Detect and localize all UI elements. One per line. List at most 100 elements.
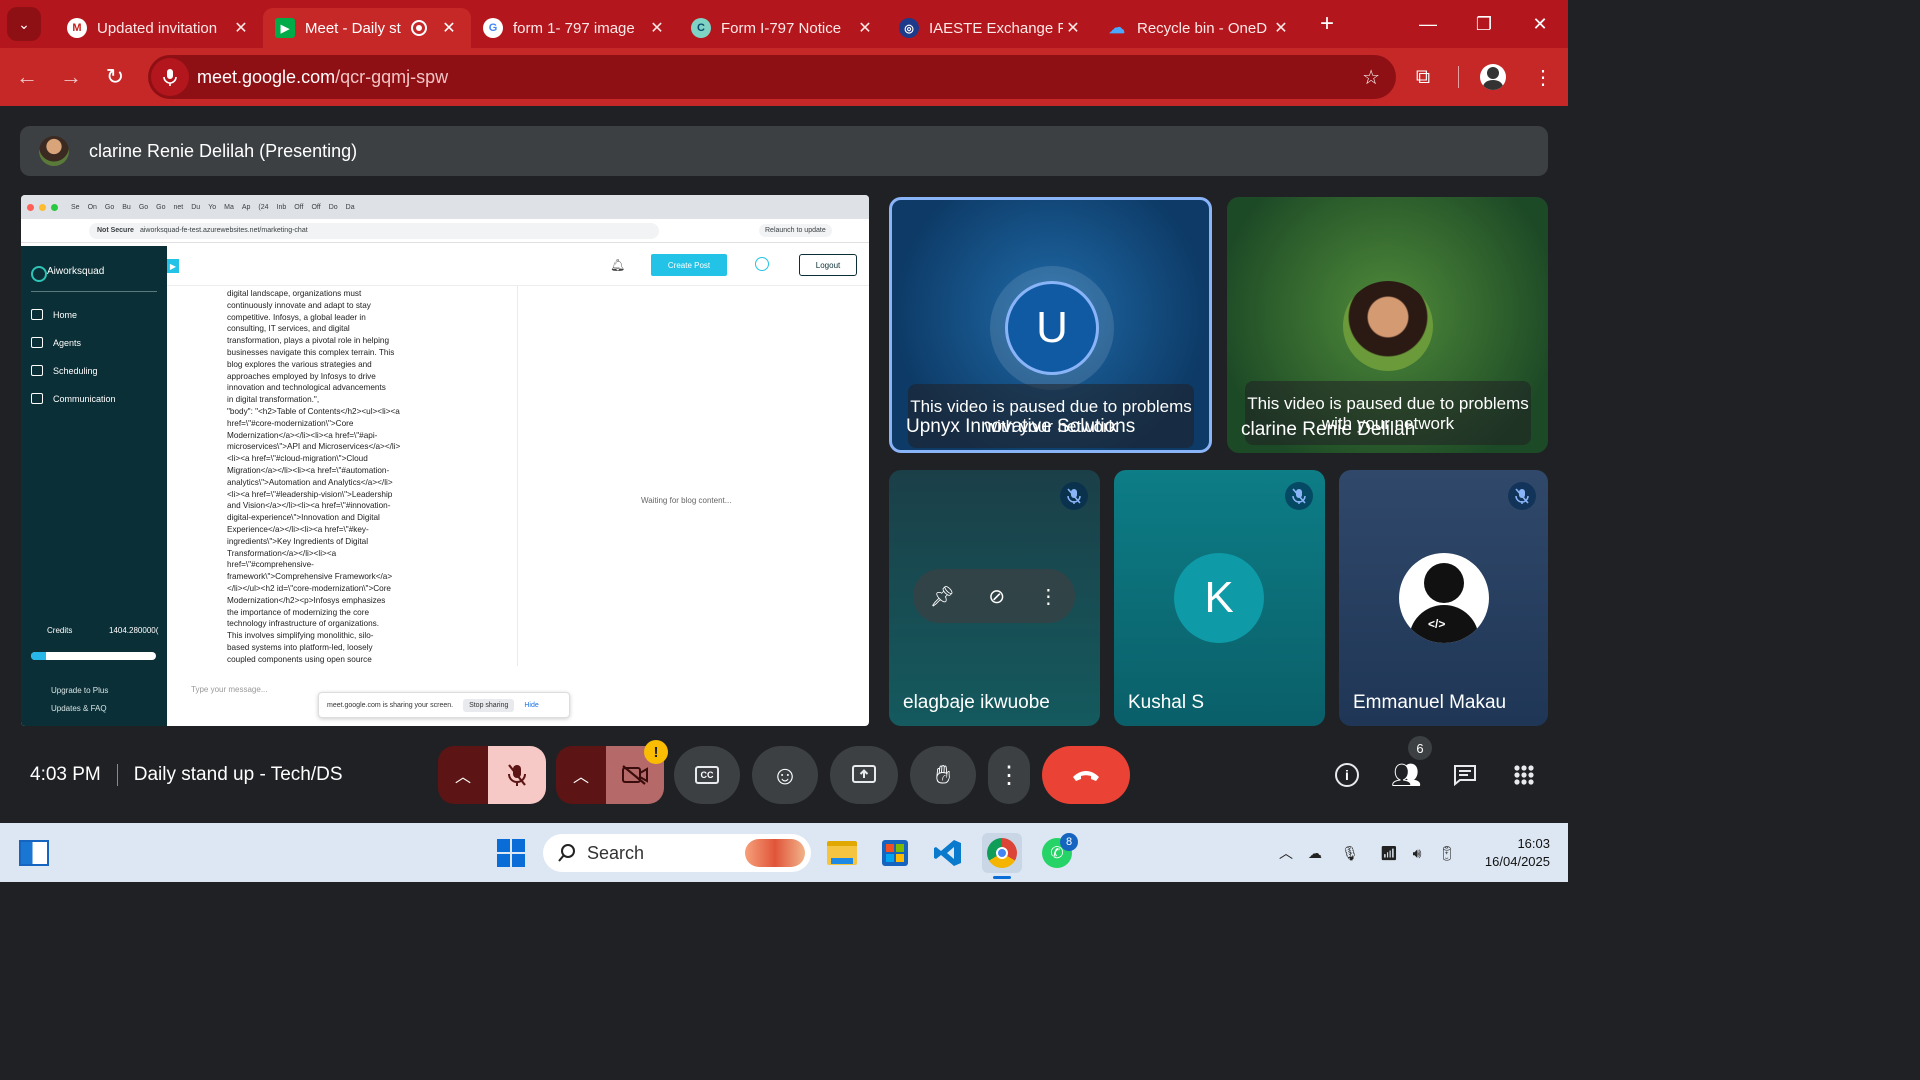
restore-icon[interactable]: ❐ <box>1456 0 1512 48</box>
hide-icon[interactable]: ⊘ <box>988 584 1005 609</box>
chat-button[interactable] <box>1440 750 1490 800</box>
camera-options-button[interactable]: ︿ <box>556 746 606 804</box>
close-icon[interactable]: ✕ <box>1063 18 1083 38</box>
browser-tab[interactable]: C Form I-797 Notice ✕ <box>679 8 887 48</box>
tile-hover-controls: 📌︎ ⊘ ⋮ <box>913 569 1075 623</box>
microsoft-store-icon[interactable] <box>875 833 915 873</box>
reload-icon[interactable]: ↻ <box>93 55 137 99</box>
bookmark-star-icon[interactable]: ☆ <box>1362 65 1380 90</box>
more-options-button[interactable]: ⋮ <box>988 746 1030 804</box>
iaeste-icon: ◎ <box>899 18 919 38</box>
mic-options-button[interactable]: ︿ <box>438 746 488 804</box>
camera-warning-badge: ! <box>644 740 668 764</box>
mic-toggle-button[interactable] <box>488 746 546 804</box>
tab-title: Recycle bin - OneD <box>1137 19 1268 37</box>
address-bar[interactable]: meet.google.com/qcr-gqmj-spw ☆ <box>148 55 1396 99</box>
camera-off-icon <box>622 765 648 785</box>
participant-tile-clarine[interactable]: This video is paused due to problems wit… <box>1227 197 1548 453</box>
shared-tab: Da <box>345 203 355 211</box>
wifi-icon[interactable]: 📶︎ <box>1377 841 1401 865</box>
close-icon[interactable]: ✕ <box>231 18 251 38</box>
browser-tab[interactable]: G form 1- 797 image ✕ <box>471 8 679 48</box>
file-explorer-icon[interactable] <box>822 833 862 873</box>
captions-button[interactable]: CC <box>674 746 740 804</box>
blog-text: digital landscape, organizations must co… <box>227 289 401 664</box>
system-clock[interactable]: 16:03 16/04/2025 <box>1485 835 1550 871</box>
browser-tab[interactable]: ☁ Recycle bin - OneD ✕ <box>1095 8 1303 48</box>
search-label: Search <box>587 842 645 863</box>
close-window-icon[interactable]: ✕ <box>1512 0 1568 48</box>
vscode-logo-icon <box>934 840 961 866</box>
folder-icon <box>827 841 857 865</box>
back-icon[interactable]: ← <box>5 55 49 99</box>
new-tab-button[interactable]: + <box>1307 10 1347 38</box>
onedrive-warning-icon[interactable]: ☁ <box>1303 841 1327 865</box>
close-icon[interactable]: ✕ <box>1271 18 1291 38</box>
participant-tile-upnyx[interactable]: U This video is paused due to problems w… <box>889 197 1212 453</box>
onedrive-icon: ☁ <box>1109 20 1125 37</box>
battery-icon[interactable]: 🔋︎ <box>1435 841 1459 865</box>
close-icon[interactable]: ✕ <box>855 18 875 38</box>
start-button[interactable] <box>491 833 531 873</box>
user-icon <box>755 257 769 271</box>
mic-off-icon <box>508 764 526 786</box>
hide-button: Hide <box>524 701 539 709</box>
participant-tile-kushal[interactable]: K Kushal S <box>1114 470 1325 726</box>
participant-tile-elagbaje[interactable]: 📌︎ ⊘ ⋮ elagbaje ikwuobe <box>889 470 1100 726</box>
hand-icon: ✋︎ <box>935 759 951 789</box>
chevron-up-icon: ︿ <box>454 769 471 786</box>
widgets-icon[interactable] <box>14 833 54 873</box>
window-controls: — ❐ ✕ <box>1400 0 1568 48</box>
vscode-icon[interactable] <box>928 833 968 873</box>
shared-nav-home: Home <box>31 309 167 320</box>
extensions-icon[interactable]: ⧉ <box>1398 66 1448 89</box>
minimize-icon[interactable]: — <box>1400 0 1456 48</box>
forward-icon[interactable]: → <box>49 55 93 99</box>
reactions-button[interactable]: ☺ <box>752 746 818 804</box>
close-icon[interactable]: ✕ <box>647 18 667 38</box>
microphone-icon[interactable]: 🎙︎ <box>1338 841 1362 865</box>
shared-tab: Off <box>294 203 304 211</box>
avatar: U <box>1005 281 1099 375</box>
clock-time: 16:03 <box>1517 836 1550 851</box>
shared-tab: Do <box>328 203 338 211</box>
logout-button: Logout <box>799 254 857 276</box>
meeting-details-button[interactable]: i <box>1322 750 1372 800</box>
presenter-bar: clarine Renie Delilah (Presenting) <box>20 126 1548 176</box>
sharing-notification: meet.google.com is sharing your screen. … <box>318 692 570 718</box>
toolbar-divider <box>1448 66 1468 88</box>
volume-icon[interactable]: 🔊︎ <box>1405 841 1429 865</box>
copilot-icon: C <box>691 18 711 38</box>
more-options-icon[interactable]: ⋮ <box>1038 584 1058 609</box>
activities-button[interactable] <box>1499 750 1549 800</box>
close-icon[interactable]: ✕ <box>439 18 459 38</box>
shared-screen[interactable]: Se On Go Bu Go Go net Du Yo Ma Ap (24 In… <box>21 195 869 726</box>
microphone-icon[interactable] <box>151 58 189 96</box>
people-button[interactable]: 👥︎ <box>1381 750 1431 800</box>
mic-muted-icon <box>1285 482 1313 510</box>
tab-search-button[interactable]: ⌄ <box>7 7 41 41</box>
gmail-icon: M <box>67 18 87 38</box>
menu-kebab-icon[interactable]: ⋮ <box>1518 65 1568 90</box>
browser-tab[interactable]: M Updated invitation ✕ <box>55 8 263 48</box>
participant-tile-emmanuel[interactable]: </> Emmanuel Makau <box>1339 470 1548 726</box>
not-secure-label: Not Secure <box>97 227 134 234</box>
waiting-text: Waiting for blog content... <box>641 496 732 505</box>
browser-tab-active[interactable]: ▶ Meet - Daily st ✕ <box>263 8 471 48</box>
recording-icon <box>411 20 427 36</box>
leave-call-button[interactable] <box>1042 746 1130 804</box>
chevron-up-icon[interactable]: ︿ <box>1274 841 1298 865</box>
info-divider <box>116 764 118 786</box>
avatar: K <box>1174 553 1264 643</box>
present-screen-button[interactable] <box>830 746 898 804</box>
message-input: Type your message... <box>191 685 268 694</box>
taskbar-search[interactable]: Search <box>543 834 811 872</box>
notification-badge: 8 <box>1060 833 1078 851</box>
raise-hand-button[interactable]: ✋︎ <box>910 746 976 804</box>
profile-avatar[interactable] <box>1468 64 1518 90</box>
avatar: </> <box>1399 553 1489 643</box>
pin-icon[interactable]: 📌︎ <box>930 584 955 609</box>
emoji-icon: ☺ <box>771 759 799 790</box>
browser-tab[interactable]: ◎ IAESTE Exchange P ✕ <box>887 8 1095 48</box>
chrome-icon[interactable] <box>982 833 1022 873</box>
